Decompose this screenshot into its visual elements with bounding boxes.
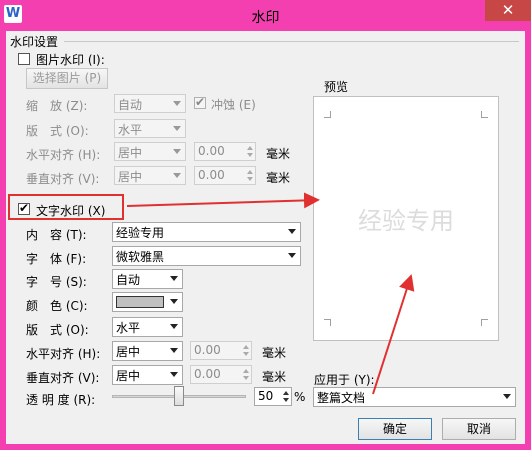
annotation-arrow	[126, 192, 320, 209]
annotation-arrow	[372, 274, 415, 395]
annotation-arrows	[126, 192, 415, 395]
